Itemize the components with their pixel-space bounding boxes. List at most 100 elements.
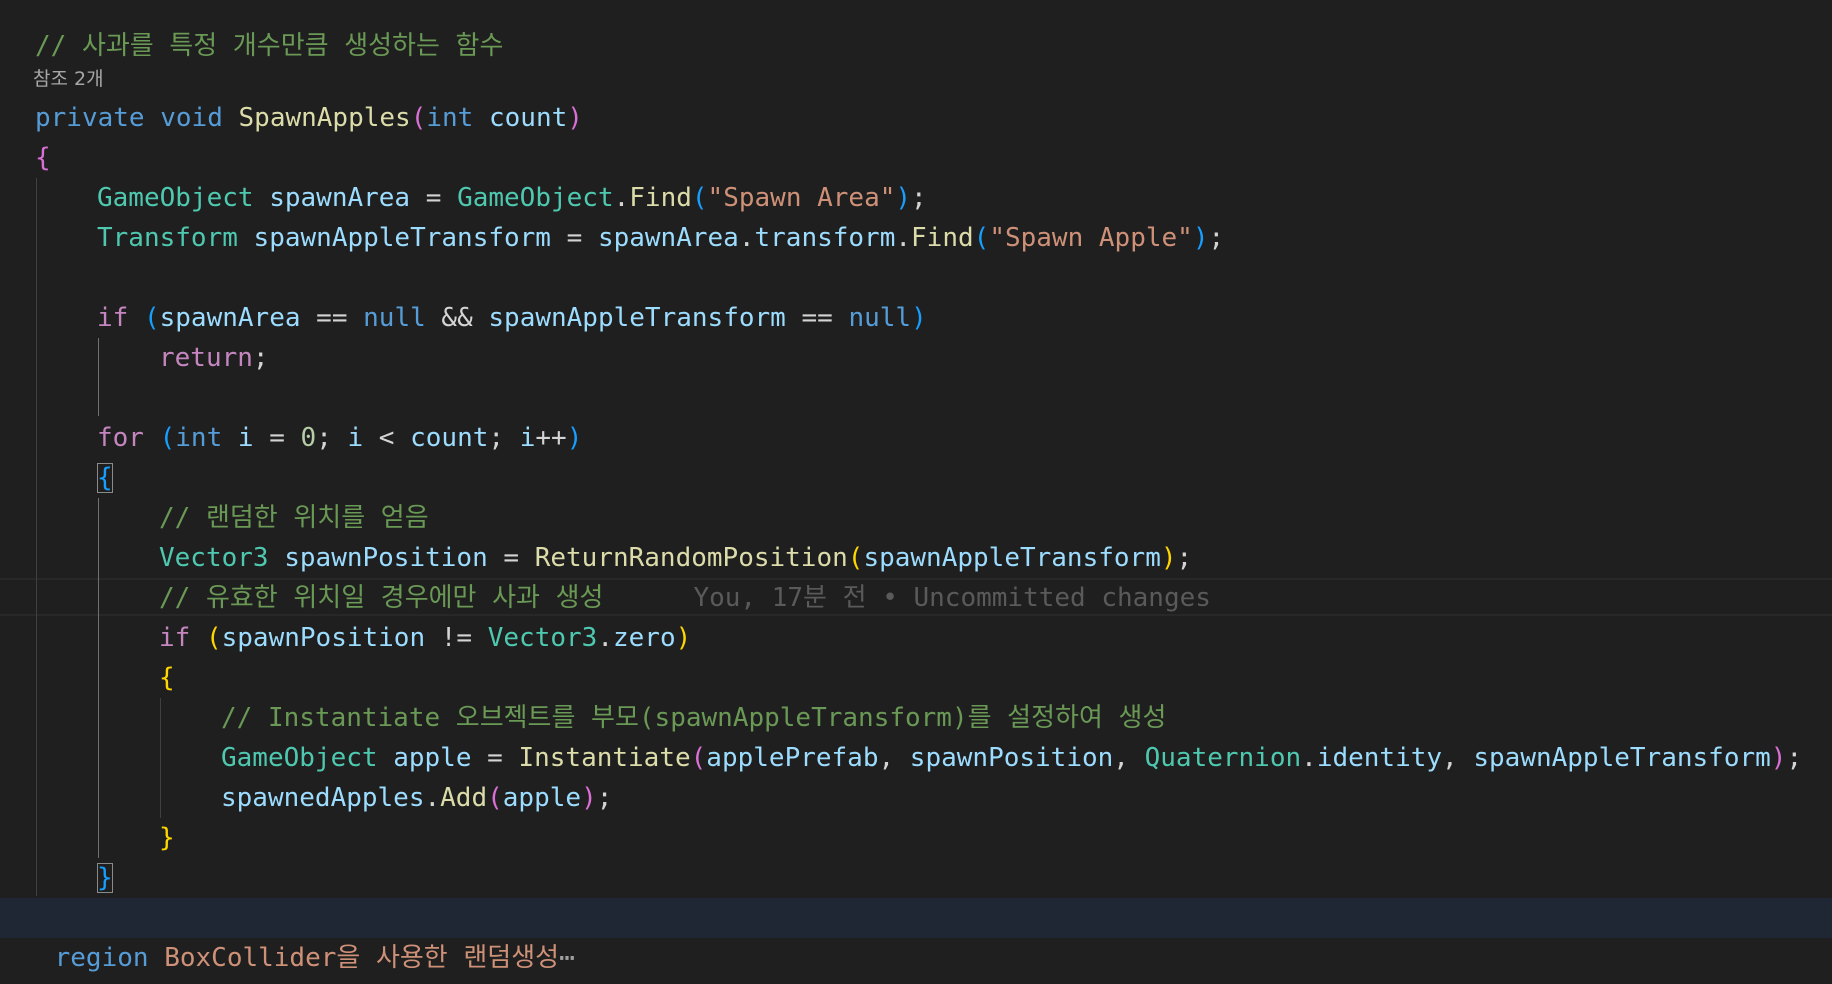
references-codelens[interactable]: 참조 2개 <box>33 66 104 92</box>
code-token: i <box>347 423 364 453</box>
code-token: ; <box>1208 223 1225 253</box>
git-blame-annotation: You, 17분 전 • Uncommitted changes <box>693 583 1211 613</box>
code-token: ( <box>143 303 160 333</box>
code-token: { <box>97 463 113 493</box>
code-token: ; <box>488 423 520 453</box>
code-token: spawnPosition <box>221 623 426 653</box>
code-token: ( <box>410 103 427 133</box>
code-token: ( <box>487 783 503 813</box>
code-token: = <box>550 223 598 253</box>
code-token: // Instantiate 오브젝트를 부모(spawnAppleTransf… <box>221 703 1167 733</box>
code-token: ( <box>847 543 864 573</box>
code-token: ; <box>316 423 348 453</box>
code-token: ) <box>567 103 583 133</box>
code-token: Vector3 <box>159 543 269 573</box>
code-token: , <box>878 743 910 773</box>
code-token: { <box>159 663 175 693</box>
code-line[interactable]: if (spawnPosition != Vector3.zero) <box>159 618 691 658</box>
code-token: , <box>1113 743 1145 773</box>
code-token: ; <box>1786 743 1803 773</box>
code-token: spawnArea <box>597 223 739 253</box>
code-token: GameObject <box>97 183 254 213</box>
code-token: ) <box>675 623 692 653</box>
code-token: null <box>848 303 912 333</box>
code-line[interactable]: GameObject spawnArea = GameObject.Find("… <box>97 178 927 218</box>
code-token: int <box>426 103 474 133</box>
code-line[interactable]: spawnedApples.Add(apple); <box>221 778 612 818</box>
code-token: ) <box>1192 223 1209 253</box>
code-token: ( <box>205 623 222 653</box>
code-line[interactable]: } <box>97 858 113 898</box>
code-token: spawnPosition <box>909 743 1114 773</box>
code-line[interactable]: private void SpawnApples(int count) <box>35 98 583 138</box>
code-line[interactable]: GameObject apple = Instantiate(applePref… <box>221 738 1802 778</box>
indent-guide <box>160 698 161 818</box>
code-token: private <box>35 103 145 133</box>
code-token: i <box>519 423 536 453</box>
code-token: spawnAppleTransform <box>1473 743 1771 773</box>
fold-ellipsis-icon[interactable]: ⋯ <box>559 943 575 973</box>
code-token: ; <box>252 343 269 373</box>
code-token: && <box>425 303 489 333</box>
code-line[interactable]: for (int i = 0; i < count; i++) <box>97 418 582 458</box>
code-token: Find <box>629 183 692 213</box>
code-line[interactable]: return; <box>159 338 269 378</box>
code-token: ( <box>690 743 707 773</box>
code-token: ; <box>596 783 613 813</box>
indent-guide <box>36 178 37 896</box>
code-token: // 랜덤한 위치를 얻음 <box>159 503 429 533</box>
code-line[interactable]: // 사과를 특정 개수만큼 생성하는 함수 <box>35 26 503 66</box>
code-token: Vector3 <box>487 623 598 653</box>
code-token: GameObject <box>457 183 614 213</box>
code-line[interactable]: Transform spawnAppleTransform = spawnAre… <box>97 218 1224 258</box>
code-token: if <box>159 623 191 653</box>
code-line[interactable]: Vector3 spawnPosition = ReturnRandomPosi… <box>159 538 1192 578</box>
code-line[interactable]: { <box>35 138 51 178</box>
code-token: . <box>424 783 441 813</box>
indent-guide-active <box>98 498 99 858</box>
code-token: { <box>35 143 51 173</box>
code-token: spawnAppleTransform <box>488 303 786 333</box>
code-token: Transform <box>97 223 238 253</box>
code-token: apple <box>502 783 582 813</box>
code-token: ) <box>1160 543 1177 573</box>
folded-region-line[interactable]: region BoxCollider을 사용한 랜덤생성⋯ <box>0 898 575 973</box>
code-token: spawnAppleTransform <box>253 223 551 253</box>
code-token: "Spawn Apple" <box>989 223 1193 253</box>
code-line[interactable]: { <box>159 658 175 698</box>
code-line[interactable]: { <box>97 458 113 498</box>
code-token: . <box>895 223 912 253</box>
code-line[interactable]: // 랜덤한 위치를 얻음 <box>159 498 429 538</box>
code-token: ; <box>1176 543 1193 573</box>
code-editor[interactable]: 참조 2개 // 사과를 특정 개수만큼 생성하는 함수 private void… <box>0 0 1832 984</box>
code-token: apple <box>393 743 472 773</box>
code-token: for <box>97 423 144 453</box>
code-token: Add <box>440 783 488 813</box>
code-token: count <box>488 103 568 133</box>
code-token: != <box>425 623 488 653</box>
code-token: ) <box>566 423 583 453</box>
code-token: "Spawn Area" <box>707 183 896 213</box>
closing-brace-line: } <box>35 938 114 984</box>
code-token: = <box>410 183 458 213</box>
code-token: . <box>738 223 755 253</box>
code-token: ( <box>691 183 708 213</box>
code-token: // 사과를 특정 개수만큼 생성하는 함수 <box>35 31 504 61</box>
code-token: void <box>160 103 223 133</box>
code-token: . <box>1301 743 1317 773</box>
code-token: ) <box>911 303 927 333</box>
code-line[interactable]: // Instantiate 오브젝트를 부모(spawnAppleTransf… <box>221 698 1166 738</box>
code-line[interactable]: } <box>159 818 175 858</box>
code-line[interactable]: if (spawnArea == null && spawnAppleTrans… <box>97 298 927 338</box>
code-token: } <box>159 823 175 853</box>
code-token: int <box>175 423 223 453</box>
code-line[interactable]: // 유효한 위치일 경우에만 사과 생성 You, 17분 전 • Uncomm… <box>159 578 1211 618</box>
code-token: // 유효한 위치일 경우에만 사과 생성 <box>159 583 604 613</box>
code-token: . <box>613 183 630 213</box>
code-token: SpawnApples <box>238 103 411 133</box>
